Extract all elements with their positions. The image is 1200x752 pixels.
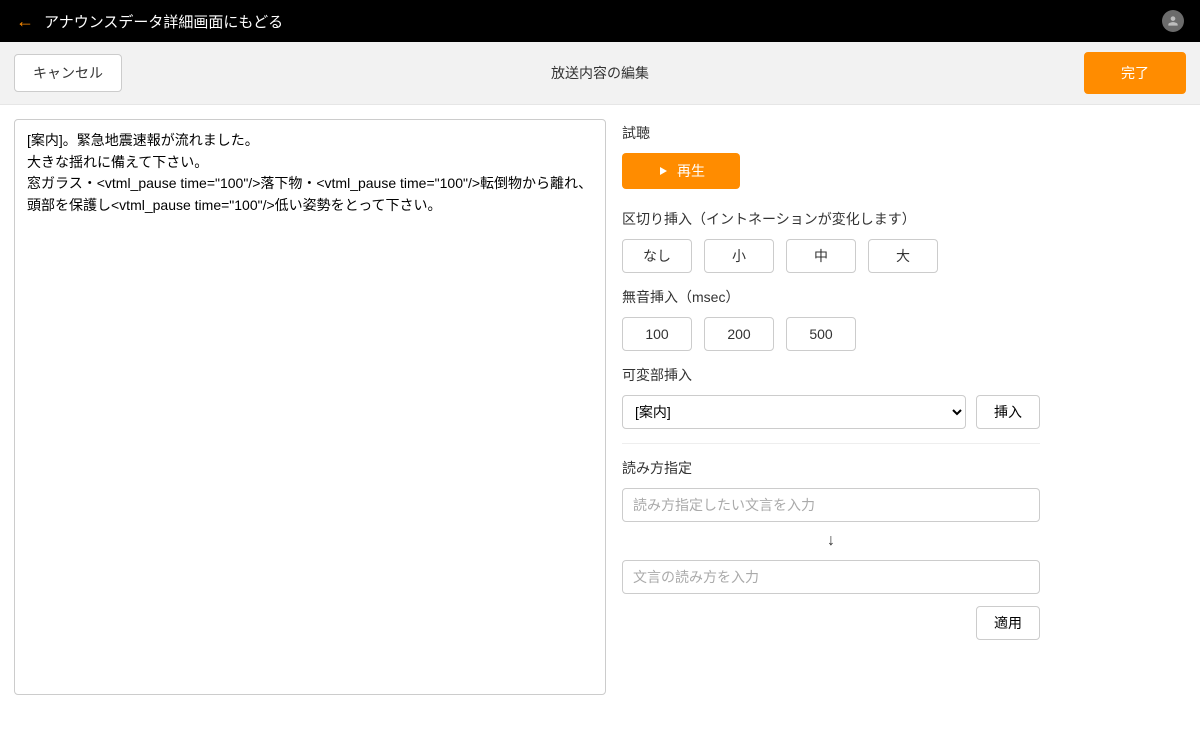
separator-none-button[interactable]: なし xyxy=(622,239,692,273)
separator-row: なし 小 中 大 xyxy=(622,239,1186,273)
page-title: 放送内容の編集 xyxy=(551,63,649,83)
back-label[interactable]: アナウンスデータ詳細画面にもどる xyxy=(44,11,283,32)
separator-medium-button[interactable]: 中 xyxy=(786,239,856,273)
insert-button[interactable]: 挿入 xyxy=(976,395,1040,429)
variable-row: [案内] 挿入 xyxy=(622,395,1186,429)
play-button-label: 再生 xyxy=(677,161,705,181)
reading-label: 読み方指定 xyxy=(622,458,1186,478)
silence-500-button[interactable]: 500 xyxy=(786,317,856,351)
separator-large-button[interactable]: 大 xyxy=(868,239,938,273)
reading-source-input[interactable] xyxy=(622,488,1040,522)
subheader: キャンセル 放送内容の編集 完了 xyxy=(0,42,1200,105)
separator-small-button[interactable]: 小 xyxy=(704,239,774,273)
play-icon xyxy=(657,165,669,177)
silence-label: 無音挿入（msec） xyxy=(622,287,1186,307)
user-avatar-icon[interactable] xyxy=(1162,10,1184,32)
variable-label: 可変部挿入 xyxy=(622,365,1186,385)
cancel-button[interactable]: キャンセル xyxy=(14,54,122,92)
silence-row: 100 200 500 xyxy=(622,317,1186,351)
play-button[interactable]: 再生 xyxy=(622,153,740,189)
reading-target-input[interactable] xyxy=(622,560,1040,594)
apply-button[interactable]: 適用 xyxy=(976,606,1040,640)
topbar-left: ← アナウンスデータ詳細画面にもどる xyxy=(16,11,283,32)
divider xyxy=(622,443,1040,444)
silence-100-button[interactable]: 100 xyxy=(622,317,692,351)
silence-200-button[interactable]: 200 xyxy=(704,317,774,351)
topbar: ← アナウンスデータ詳細画面にもどる xyxy=(0,0,1200,42)
broadcast-text-editor[interactable] xyxy=(14,119,606,695)
side-panel: 試聴 再生 区切り挿入（イントネーションが変化します） なし 小 中 大 無音挿… xyxy=(622,119,1186,640)
variable-select[interactable]: [案内] xyxy=(622,395,966,429)
down-arrow-icon: ↓ xyxy=(622,532,1040,550)
done-button[interactable]: 完了 xyxy=(1084,52,1186,94)
back-arrow-icon[interactable]: ← xyxy=(16,12,34,30)
content: 試聴 再生 区切り挿入（イントネーションが変化します） なし 小 中 大 無音挿… xyxy=(0,105,1200,709)
apply-row: 適用 xyxy=(622,606,1040,640)
preview-label: 試聴 xyxy=(622,123,1186,143)
separator-label: 区切り挿入（イントネーションが変化します） xyxy=(622,209,1186,229)
